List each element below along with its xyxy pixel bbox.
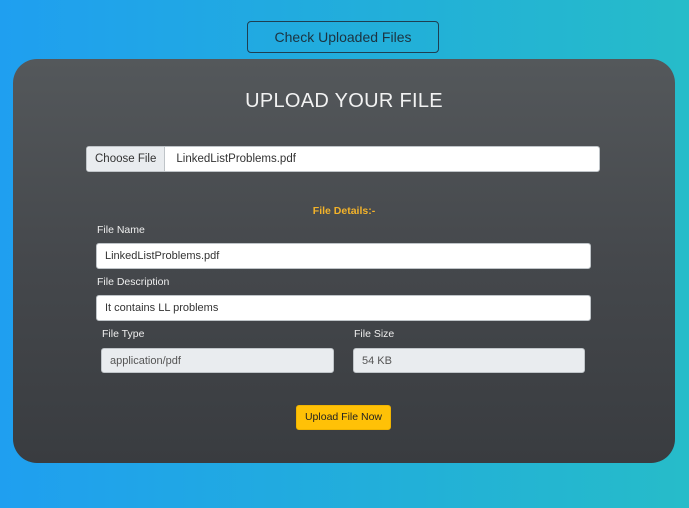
upload-card: UPLOAD YOUR FILE Choose File LinkedListP… [13,59,675,463]
file-description-input[interactable] [96,295,591,321]
file-description-label: File Description [97,276,170,288]
chosen-file-name: LinkedListProblems.pdf [176,153,296,165]
choose-file-button[interactable]: Choose File [87,147,166,171]
file-type-field [101,348,334,373]
file-picker[interactable]: Choose File LinkedListProblems.pdf [86,146,600,172]
file-name-input[interactable] [96,243,591,269]
upload-file-button[interactable]: Upload File Now [296,405,391,430]
check-uploaded-files-button[interactable]: Check Uploaded Files [247,21,439,53]
file-size-label: File Size [354,328,395,340]
file-details-heading: File Details:- [312,205,376,217]
page-title: UPLOAD YOUR FILE [245,90,443,112]
file-name-label: File Name [97,224,145,236]
file-size-field [353,348,585,373]
file-type-label: File Type [102,328,145,340]
